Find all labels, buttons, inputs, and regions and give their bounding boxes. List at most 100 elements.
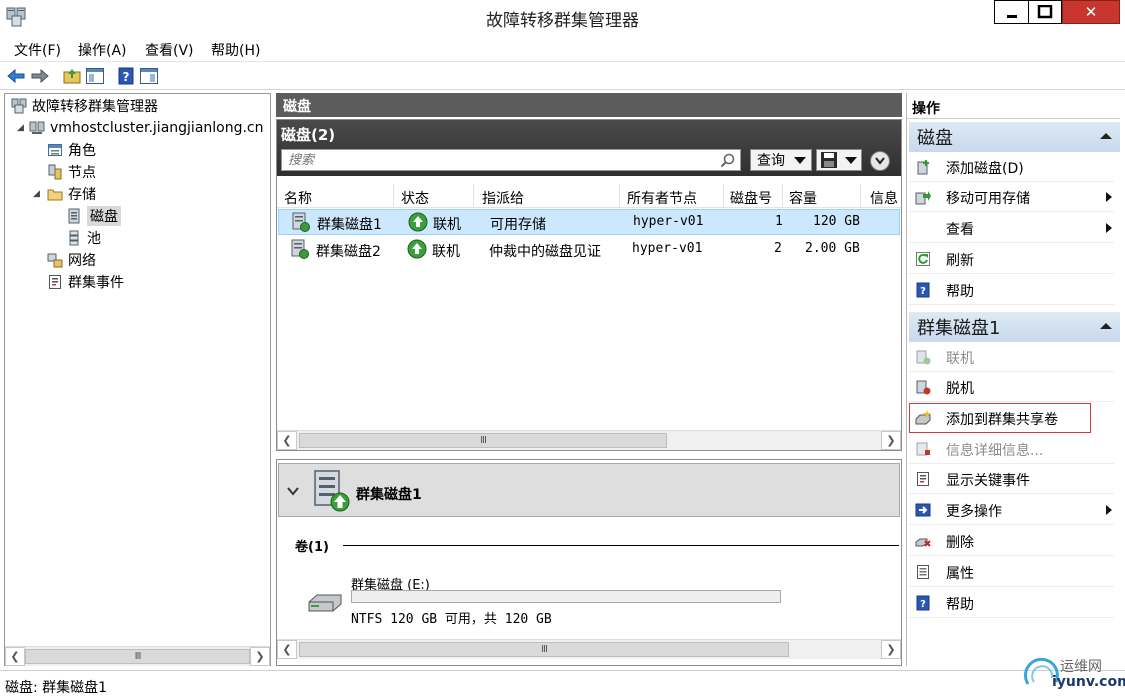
tree-item-roles[interactable]: 角色 [47,139,96,161]
tree-item-pools[interactable]: 池 [66,227,101,249]
menu-file[interactable]: 文件(F) [14,40,61,60]
column-header-assigned-to[interactable]: 指派给 [482,188,524,208]
chevron-down-icon[interactable] [287,487,299,497]
back-arrow-icon[interactable] [6,66,26,86]
disk-assigned-to: 仲裁中的磁盘见证 [489,244,601,260]
disks-horizontal-scrollbar[interactable]: ❮ III ❯ [277,430,901,450]
action-help[interactable]: ? 帮助 [909,275,1114,305]
online-status-icon [407,239,427,259]
action-properties[interactable]: 属性 [909,557,1114,587]
action-more-actions[interactable]: 更多操作 [909,495,1114,525]
collapse-caret-icon[interactable] [1100,323,1112,329]
navigation-tree: 故障转移群集管理器 ◢ vmhostcluster.jiangjianlong.… [4,93,271,666]
disk-number: 2 [774,241,782,256]
actions-section-cluster-disk-1[interactable]: 群集磁盘1 [909,312,1120,342]
tree-item-disks[interactable]: 磁盘 [66,205,121,227]
action-refresh[interactable]: 刷新 [909,244,1114,274]
column-header-capacity[interactable]: 容量 [789,188,817,208]
volumes-divider [343,545,899,546]
scroll-thumb[interactable]: III [25,649,250,664]
details-horizontal-scrollbar[interactable]: ❮ III ❯ [277,639,901,659]
cluster-disk-large-icon [314,470,350,512]
column-header-status[interactable]: 状态 [401,188,429,208]
action-add-to-cluster-shared-volumes[interactable]: 添加到群集共享卷 [909,403,1091,433]
column-header-owner-node[interactable]: 所有者节点 [627,188,697,208]
expand-storage-toggle[interactable]: ◢ [33,189,40,199]
scroll-right-arrow-icon[interactable]: ❯ [881,431,901,450]
submenu-arrow-icon [1106,223,1112,233]
action-help-disk[interactable]: ? 帮助 [909,588,1114,618]
action-view[interactable]: 查看 [909,213,1114,243]
tree-cluster[interactable]: vmhostcluster.jiangjianlong.cn [29,117,264,139]
actions-section-disks[interactable]: 磁盘 [909,122,1120,152]
disk-capacity: 120 GB [813,214,860,229]
actions-pane-header: 操作 [907,93,1120,119]
up-folder-icon[interactable] [62,66,82,86]
scroll-right-arrow-icon[interactable]: ❯ [250,647,270,666]
action-add-disk[interactable]: 添加磁盘(D) [909,152,1114,182]
critical-events-icon [917,472,929,486]
expand-cluster-toggle[interactable]: ◢ [17,123,24,133]
scroll-left-arrow-icon[interactable]: ❮ [277,431,297,450]
save-query-button[interactable] [816,149,862,171]
search-input[interactable] [288,152,708,168]
info-details-icon [916,442,930,456]
tree-item-nodes[interactable]: 节点 [47,161,96,183]
menu-help[interactable]: 帮助(H) [211,40,260,60]
tree-item-cluster-events[interactable]: 群集事件 [47,271,124,293]
add-csv-icon [915,410,931,425]
query-button[interactable]: 查询 [750,149,812,171]
help-icon: ? [916,595,930,611]
action-take-offline[interactable]: 脱机 [909,372,1114,402]
scroll-thumb[interactable]: III [299,642,789,657]
scroll-right-arrow-icon[interactable]: ❯ [881,640,901,659]
details-header[interactable]: 群集磁盘1 [278,463,900,517]
minimize-button[interactable] [994,0,1028,24]
scroll-left-arrow-icon[interactable]: ❮ [277,640,297,659]
action-bring-online[interactable]: 联机 [909,342,1114,372]
maximize-icon [1037,5,1053,19]
action-delete[interactable]: 删除 [909,526,1114,556]
column-header-info[interactable]: 信息 [870,188,898,208]
forward-arrow-icon[interactable] [30,66,50,86]
status-bar: 磁盘: 群集磁盘1 [0,670,1125,700]
section-title: 群集磁盘1 [917,318,1001,339]
submenu-arrow-icon [1106,192,1112,202]
window: 故障转移群集管理器 ✕ 文件(F) 操作(A) 查看(V) 帮助(H) ? 故障… [0,0,1125,700]
center-pane-header: 磁盘 [276,93,902,117]
details-title: 群集磁盘1 [356,487,422,503]
toolbar: ? [0,62,1125,90]
delete-icon [915,538,931,547]
events-icon [49,275,61,289]
column-header-disk-number[interactable]: 磁盘号 [730,188,772,208]
svg-text:?: ? [123,70,130,84]
search-icon[interactable] [720,152,736,168]
action-move-available-storage[interactable]: 移动可用存储 [909,182,1114,212]
tree-root-cluster-manager[interactable]: 故障转移群集管理器 [11,95,158,117]
column-header-name[interactable]: 名称 [284,188,312,208]
disk-owner-node: hyper-v01 [633,214,704,229]
scroll-left-arrow-icon[interactable]: ❮ [5,647,25,666]
action-information-details[interactable]: 信息详细信息... [909,434,1114,464]
scroll-thumb[interactable]: III [299,433,667,448]
menu-action[interactable]: 操作(A) [78,40,127,60]
menu-view[interactable]: 查看(V) [145,40,194,60]
table-row[interactable]: 群集磁盘1 联机 可用存储 hyper-v01 1 120 GB [278,209,900,235]
tree-item-storage[interactable]: 存储 [47,183,96,205]
show-action-pane-icon[interactable] [139,66,159,86]
collapse-caret-icon[interactable] [1100,133,1112,139]
help-icon[interactable]: ? [116,66,136,86]
show-tree-icon[interactable] [85,66,105,86]
details-panel: 群集磁盘1 卷(1) 群集磁盘 (E:) NTFS 120 GB 可用，共 12… [276,459,902,666]
tree-horizontal-scrollbar[interactable]: ❮ III ❯ [5,646,270,666]
maximize-button[interactable] [1028,0,1062,24]
save-icon [821,152,837,168]
tree-item-networks[interactable]: 网络 [47,249,96,271]
expand-panel-button[interactable] [870,151,890,171]
action-show-critical-events[interactable]: 显示关键事件 [909,464,1114,494]
disk-owner-node: hyper-v01 [632,241,703,256]
close-button[interactable]: ✕ [1062,0,1120,24]
help-icon: ? [916,282,930,298]
table-row[interactable]: 群集磁盘2 联机 仲裁中的磁盘见证 hyper-v01 2 2.00 GB [278,237,900,263]
section-title: 磁盘 [917,128,953,149]
